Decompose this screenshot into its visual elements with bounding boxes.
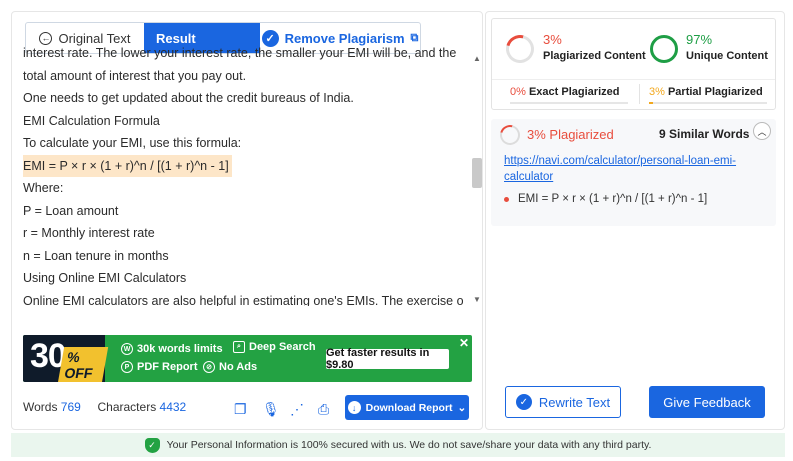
match-bullet [504,196,509,202]
editor-panel: ← Original Text Result ✓ Remove Plagiari… [11,11,483,430]
words-label: Words [23,400,58,414]
summary-divider [492,79,775,80]
unique-percent: 97% [686,32,713,47]
promo-off-label: % OFF [57,347,109,382]
exact-plagiarized: 0% Exact Plagiarized [510,86,619,98]
result-text-content: interest rate. The lower your interest r… [23,44,463,306]
privacy-notice-text: Your Personal Information is 100% secure… [166,439,652,451]
chevron-down-icon: ⌄ [457,401,467,414]
source-match-card: 3% Plagiarized 9 Similar Words ︿ https:/… [491,119,776,226]
report-panel: 3% Plagiarized Content 97% Unique Conten… [485,11,785,430]
plagiarized-ring-icon [500,29,540,69]
text-line: Using Online EMI Calculators [23,271,187,285]
source-plagiarized-percent: 3% Plagiarized [527,127,614,142]
text-line: Where: [23,181,64,195]
download-icon: ↓ [347,401,361,414]
source-plagiarized-ring-icon [496,121,524,149]
copy-icon[interactable]: ❐ [234,401,247,418]
print-icon[interactable]: ⎙ [318,401,329,418]
external-link-icon: ⧉ [410,31,419,44]
rewrite-text-button[interactable]: ✓ Rewrite Text [505,386,621,418]
text-stats: Words 769 Characters 4432 [23,400,186,414]
promo-feature-no-ads: ⊘ No Ads [203,361,257,373]
share-icon[interactable]: ⋰ [290,401,304,418]
partial-progress-bar [649,102,767,104]
download-report-label: Download Report [365,401,453,414]
exact-percent: 0% [510,86,526,98]
exact-label: Exact Plagiarized [528,86,620,98]
text-line: To calculate your EMI, use this formula: [23,136,242,150]
pdf-report-icon: P [121,361,133,373]
matched-text: EMI = P × r × (1 + r)^n / [(1 + r)^n - 1… [518,193,708,205]
similar-words-count: 9 Similar Words [659,127,750,141]
promo-feature-deep-search: ⌕ Deep Search [233,341,316,353]
privacy-notice: ✓ Your Personal Information is 100% secu… [11,433,785,457]
text-line: EMI Calculation Formula [23,113,160,128]
promo-discount-badge: 30 % OFF [23,335,109,382]
words-limit-icon: W [121,343,133,355]
download-report-button[interactable]: ↓ Download Report ⌄ [345,395,469,420]
characters-count: 4432 [159,400,187,414]
collapse-source-icon[interactable]: ︿ [753,122,771,140]
plagiarized-label: Plagiarized Content [543,50,646,62]
partial-label: Partial Plagiarized [667,86,763,98]
text-line: n = Loan tenure in months [23,248,169,263]
words-count: 769 [60,400,81,414]
matched-sentence[interactable]: EMI = P × r × (1 + r)^n / [(1 + r)^n - 1… [504,193,707,205]
text-line: P = Loan amount [23,203,119,218]
shield-check-icon: ✓ [144,437,160,453]
unique-label: Unique Content [686,50,768,62]
text-scrollbar[interactable]: ▲ ▼ [472,54,482,304]
promo-feature-label: Deep Search [249,341,316,353]
deep-search-icon: ⌕ [233,341,245,353]
rewrite-text-label: Rewrite Text [538,394,611,410]
scroll-up-icon[interactable]: ▲ [472,54,482,63]
text-line: r = Monthly interest rate [23,226,155,240]
promo-close-icon[interactable]: ✕ [459,336,469,350]
partial-plagiarized: 3% Partial Plagiarized [649,86,763,98]
promo-feature-label: 30k words limits [137,343,223,355]
check-circle-icon: ✓ [515,394,532,410]
back-arrow-icon: ← [39,31,53,45]
microphone-icon[interactable]: 🎙 [262,401,280,418]
promo-feature-pdf: P PDF Report [121,361,198,373]
promo-feature-label: PDF Report [137,361,198,373]
summary-separator [639,84,640,104]
plagiarized-highlight[interactable]: EMI = P × r × (1 + r)^n / [(1 + r)^n - 1… [23,154,232,177]
promo-feature-words: W 30k words limits [121,343,223,355]
plagiarized-percent: 3% [543,32,562,47]
plagiarism-summary: 3% Plagiarized Content 97% Unique Conten… [491,18,776,110]
text-line: total amount of interest that you pay ou… [23,68,247,83]
scroll-down-icon[interactable]: ▼ [472,295,482,304]
give-feedback-button[interactable]: Give Feedback [649,386,765,418]
partial-percent: 3% [649,86,665,98]
unique-ring-icon [650,35,678,63]
partial-progress-fill [649,102,653,104]
promo-feature-label: No Ads [219,361,258,373]
promo-banner[interactable]: 30 % OFF W 30k words limits ⌕ Deep Searc… [23,335,472,382]
text-line: Online EMI calculators are also helpful … [23,293,463,307]
exact-progress-bar [510,102,628,104]
result-text-area[interactable]: interest rate. The lower your interest r… [23,44,463,306]
scroll-thumb[interactable] [472,158,482,188]
no-ads-icon: ⊘ [203,361,215,373]
source-link[interactable]: https://navi.com/calculator/personal-loa… [504,153,762,185]
promo-upgrade-button[interactable]: Get faster results in $9.80 [326,347,449,371]
characters-label: Characters [97,400,157,414]
text-line: One needs to get updated about the credi… [23,91,354,105]
text-line: interest rate. The lower your interest r… [23,46,457,60]
